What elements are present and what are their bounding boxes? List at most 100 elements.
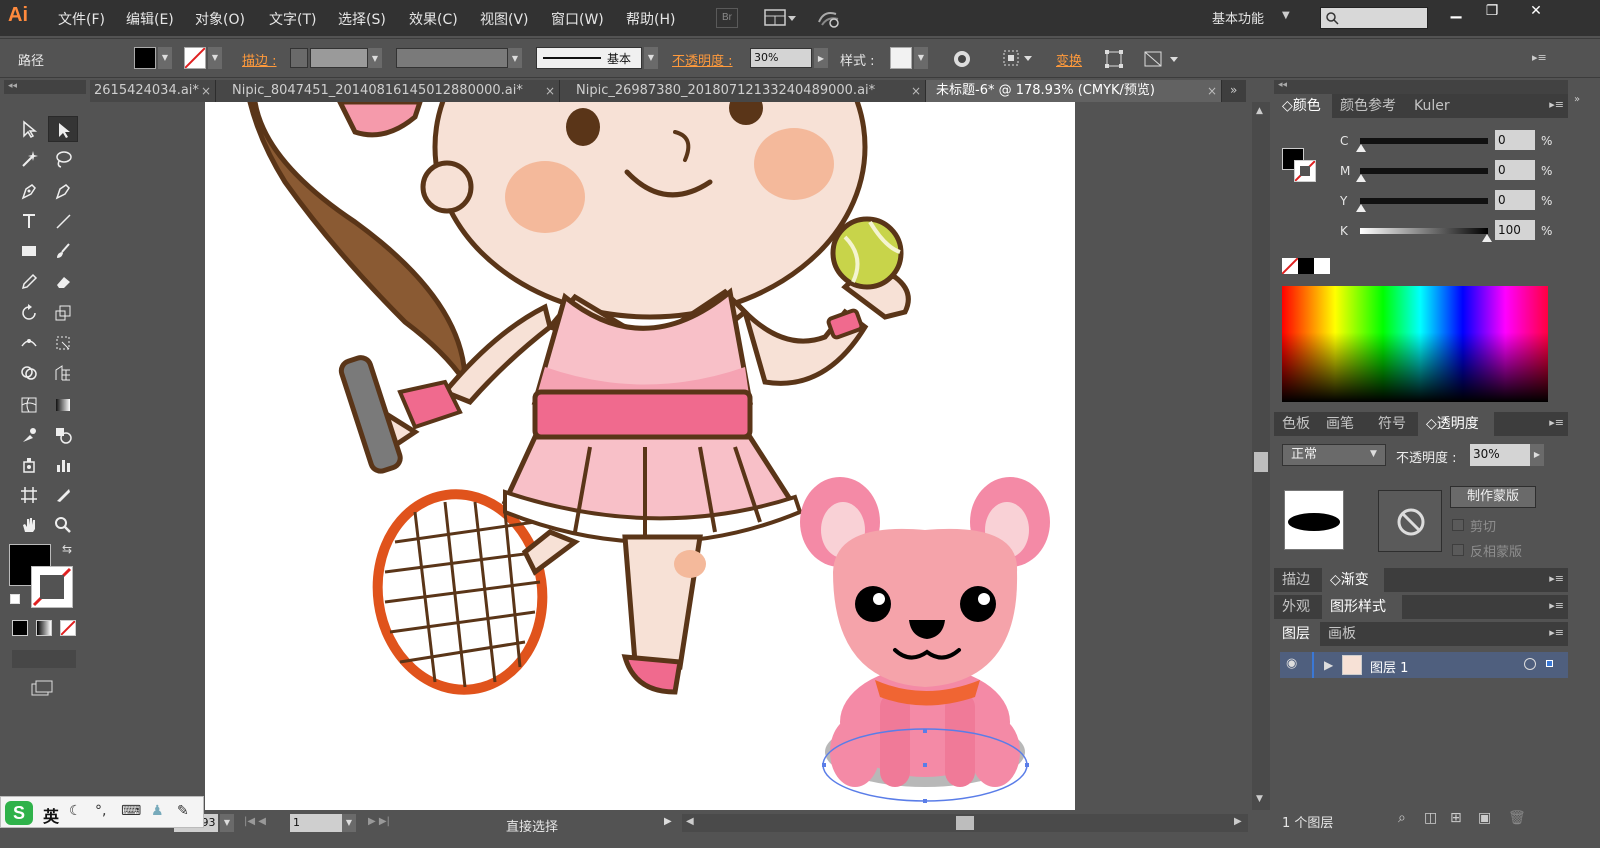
arrange-documents-button[interactable] <box>764 8 798 28</box>
mesh-tool[interactable] <box>14 392 44 418</box>
chevron-down-icon[interactable]: ▼ <box>1282 10 1290 21</box>
artboard[interactable] <box>205 102 1075 810</box>
swap-colors-icon[interactable]: ⇆ <box>62 542 72 556</box>
tab-kuler[interactable]: Kuler <box>1406 94 1450 118</box>
none-mode-button[interactable] <box>60 620 76 636</box>
perspective-grid-tool[interactable] <box>48 360 78 386</box>
free-transform-tool[interactable] <box>48 330 78 356</box>
hand-tool[interactable] <box>14 512 44 538</box>
tab-brushes[interactable]: 画笔 <box>1318 412 1354 436</box>
close-icon[interactable]: × <box>1207 80 1217 102</box>
panel-menu-icon[interactable]: ▸≡ <box>1549 626 1564 639</box>
variable-width-profile[interactable] <box>396 48 508 68</box>
brush-definition-select[interactable]: 基本 <box>536 47 642 69</box>
pen-tool[interactable] <box>14 178 44 204</box>
cmyk-row-m[interactable]: M 0 % <box>1274 156 1568 186</box>
tab-swatches[interactable]: 色板 <box>1274 412 1310 436</box>
recolor-artwork-icon[interactable] <box>952 49 972 69</box>
black-swatch[interactable] <box>1298 258 1314 274</box>
new-sublayer-icon[interactable]: ⊞ <box>1450 810 1462 826</box>
opacity-field[interactable]: 30% <box>750 48 812 68</box>
expand-triangle-icon[interactable]: ▶ <box>1324 658 1333 672</box>
panel-menu-icon[interactable]: ▸≡ <box>1549 98 1564 111</box>
chevron-down-icon[interactable]: ▼ <box>644 47 658 69</box>
menu-select[interactable]: 选择(S) <box>338 9 386 29</box>
line-segment-tool[interactable] <box>48 208 78 234</box>
workspace-switcher[interactable]: 基本功能 <box>1212 8 1264 27</box>
scroll-left-icon[interactable]: ◀ <box>686 816 694 827</box>
gradient-tool[interactable] <box>48 392 78 418</box>
dock-collapse-handle[interactable]: ◂◂ <box>1274 80 1568 94</box>
chevron-right-icon[interactable]: ▶ <box>664 816 672 827</box>
punctuation-icon[interactable]: °, <box>95 803 106 819</box>
chevron-down-icon[interactable]: ▼ <box>368 48 382 68</box>
clip-checkbox[interactable] <box>1452 519 1464 531</box>
eyedropper-tool[interactable] <box>14 422 44 448</box>
channel-slider[interactable] <box>1360 228 1488 234</box>
direct-selection-tool[interactable] <box>48 116 78 142</box>
slider-thumb[interactable] <box>1356 144 1366 152</box>
transform-label[interactable]: 变换 <box>1056 50 1082 69</box>
gradient-mode-button[interactable] <box>36 620 52 636</box>
shape-builder-tool[interactable] <box>14 360 44 386</box>
close-icon[interactable]: × <box>545 80 555 102</box>
moon-icon[interactable]: ☾ <box>69 803 82 819</box>
stroke-weight-field[interactable] <box>310 48 368 68</box>
artboard-navigation-field[interactable]: 1 <box>290 814 342 832</box>
slider-thumb[interactable] <box>1482 234 1492 242</box>
chevron-down-icon[interactable]: ▼ <box>220 814 234 832</box>
more-tabs-icon[interactable]: » <box>1230 83 1237 97</box>
locate-object-icon[interactable]: ⌕ <box>1398 810 1406 826</box>
magic-wand-tool[interactable] <box>14 146 44 172</box>
tab-layers[interactable]: 图层 <box>1274 622 1320 646</box>
tab-stroke[interactable]: 描边 <box>1274 568 1310 592</box>
slice-tool[interactable] <box>48 482 78 508</box>
layer-row[interactable]: ◉ ▶ 图层 1 <box>1280 652 1568 678</box>
vertical-scrollbar[interactable]: ▲ ▼ <box>1252 102 1270 810</box>
bridge-button[interactable]: Br <box>716 8 738 28</box>
isolate-icon[interactable] <box>1104 49 1126 69</box>
tab-document-active[interactable]: 未标题-6* @ 178.93% (CMYK/预览) × <box>926 80 1222 102</box>
channel-slider[interactable] <box>1360 198 1488 204</box>
vertical-scroll-thumb[interactable] <box>1254 452 1268 472</box>
trash-icon[interactable]: 🗑 <box>1508 810 1526 826</box>
tab-color-guide[interactable]: 颜色参考 <box>1332 94 1396 118</box>
make-mask-button[interactable]: 制作蒙版 <box>1450 486 1536 508</box>
quick-swatches[interactable] <box>1281 257 1330 275</box>
tab-document-3[interactable]: Nipic_26987380_20180712133240489000.ai* × <box>560 80 926 102</box>
chevron-down-icon[interactable]: ▼ <box>158 47 172 69</box>
eye-visibility-icon[interactable]: ◉ <box>1286 656 1297 671</box>
menu-help[interactable]: 帮助(H) <box>626 9 675 29</box>
channel-value[interactable]: 0 <box>1495 190 1535 210</box>
slider-thumb[interactable] <box>1356 204 1366 212</box>
pink-dog[interactable] <box>800 477 1050 803</box>
menu-edit[interactable]: 编辑(E) <box>126 9 174 29</box>
tab-document-1[interactable]: 2615424034.ai* × <box>90 80 216 102</box>
artboard-tool[interactable] <box>14 482 44 508</box>
tab-transparency[interactable]: ◇透明度 <box>1418 412 1494 436</box>
tab-gradient[interactable]: ◇渐变 <box>1322 568 1384 592</box>
chevron-right-icon[interactable]: ▶ <box>814 48 828 68</box>
width-tool[interactable] <box>14 330 44 356</box>
illustration-tennis-girl-with-dog[interactable] <box>205 102 1075 810</box>
tab-symbols[interactable]: 符号 <box>1370 412 1406 436</box>
symbol-sprayer-tool[interactable] <box>14 452 44 478</box>
puppet-warp-icon[interactable] <box>1142 48 1184 70</box>
column-graph-tool[interactable] <box>48 452 78 478</box>
color-spectrum[interactable] <box>1282 286 1548 402</box>
mask-thumbnail[interactable] <box>1378 490 1442 552</box>
panel-menu-icon[interactable]: ▸≡ <box>1549 572 1564 585</box>
chevron-down-icon[interactable]: ▼ <box>342 814 356 832</box>
cmyk-row-y[interactable]: Y 0 % <box>1274 186 1568 216</box>
skin-icon[interactable]: ♟ <box>151 803 164 819</box>
none-swatch[interactable] <box>1281 257 1299 275</box>
layer-name[interactable]: 图层 1 <box>1370 657 1408 676</box>
ime-logo[interactable]: S <box>5 801 33 825</box>
scroll-right-icon[interactable]: ▶ <box>1234 816 1242 827</box>
stroke-color-box[interactable] <box>31 566 73 608</box>
keyboard-icon[interactable]: ⌨ <box>121 803 141 819</box>
channel-slider[interactable] <box>1360 168 1488 174</box>
close-button[interactable]: ✕ <box>1516 0 1556 24</box>
paintbrush-tool[interactable] <box>48 238 78 264</box>
blend-tool[interactable] <box>48 422 78 448</box>
